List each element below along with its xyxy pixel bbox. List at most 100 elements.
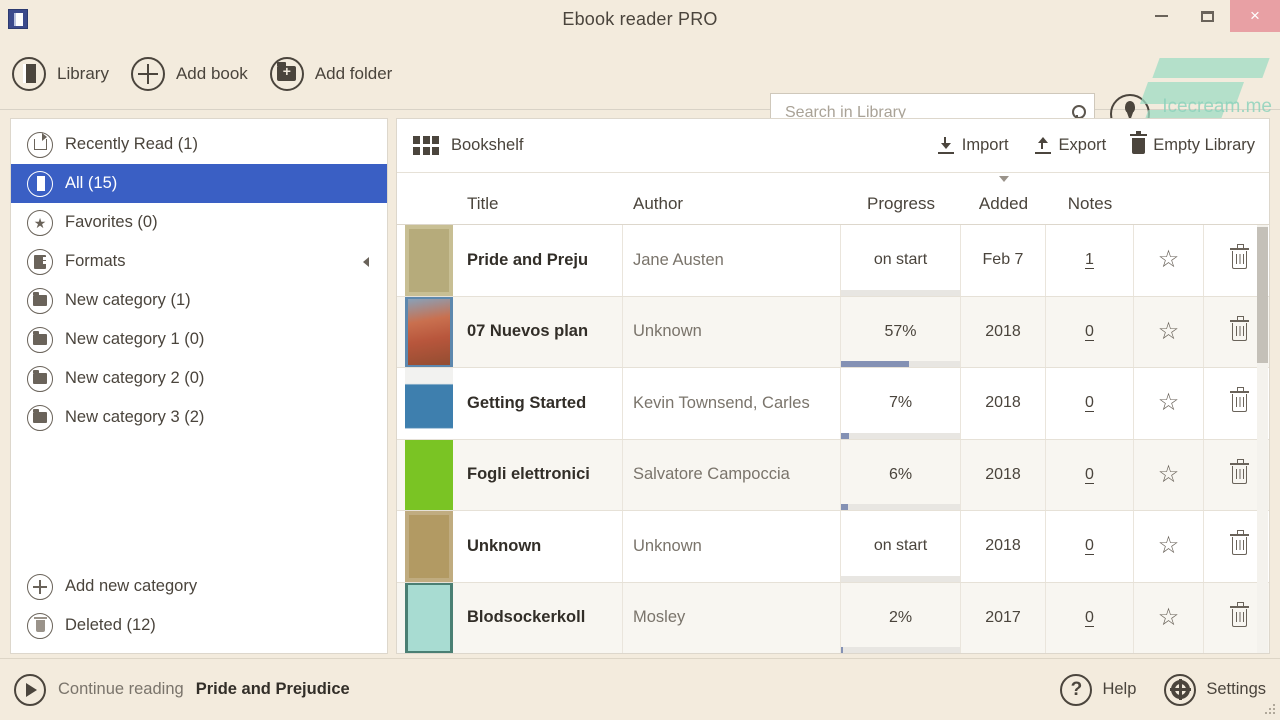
book-cover-thumbnail (405, 583, 453, 654)
star-outline-icon: ☆ (1158, 534, 1180, 558)
current-book-title[interactable]: Pride and Prejudice (196, 680, 350, 699)
continue-reading-button[interactable] (14, 674, 46, 706)
sidebar-item-new-category-2[interactable]: New category 2 (0) (11, 359, 387, 398)
sidebar-item-label: New category 3 (2) (65, 408, 204, 427)
scrollbar-thumb[interactable] (1257, 227, 1268, 363)
main-toolbar: Library Add book Add folder Icecream.me (0, 38, 1280, 110)
bookshelf-toolbar: Bookshelf Import Export Empty Library (397, 119, 1269, 173)
sidebar-item-new-category[interactable]: New category (1) (11, 281, 387, 320)
export-button[interactable]: Export (1035, 136, 1107, 155)
progress-label: 57% (884, 323, 916, 341)
empty-library-button[interactable]: Empty Library (1132, 136, 1255, 155)
play-icon (26, 683, 37, 697)
col-notes[interactable]: Notes (1046, 194, 1134, 224)
sidebar-item-all[interactable]: All (15) (11, 164, 387, 203)
book-title-cell[interactable]: 07 Nuevos plan (453, 297, 623, 368)
trash-icon (1232, 609, 1247, 627)
settings-button[interactable]: Settings (1164, 674, 1266, 706)
book-added-cell: 2018 (961, 297, 1046, 368)
grid-icon[interactable] (413, 136, 439, 155)
col-author[interactable]: Author (623, 194, 841, 224)
notes-count: 0 (1085, 466, 1094, 484)
progress-label: 6% (889, 466, 912, 484)
favorite-toggle[interactable]: ☆ (1134, 225, 1204, 296)
book-title: Fogli elettronici (467, 465, 590, 484)
book-notes-cell[interactable]: 0 (1046, 440, 1134, 511)
favorite-toggle[interactable]: ☆ (1134, 511, 1204, 582)
sidebar-item-new-category-1[interactable]: New category 1 (0) (11, 320, 387, 359)
sidebar-item-new-category-3[interactable]: New category 3 (2) (11, 398, 387, 437)
sort-desc-icon (999, 176, 1009, 182)
favorite-toggle[interactable]: ☆ (1134, 440, 1204, 511)
sidebar-item-label: New category 2 (0) (65, 369, 204, 388)
chevron-left-icon[interactable] (363, 257, 369, 267)
sidebar-item-recently-read[interactable]: Recently Read (1) (11, 125, 387, 164)
import-button[interactable]: Import (938, 136, 1009, 155)
book-title-cell[interactable]: Fogli elettronici (453, 440, 623, 511)
window-title: Ebook reader PRO (0, 9, 1280, 30)
table-row[interactable]: Pride and Preju Jane Austen on start Feb… (397, 225, 1269, 297)
continue-reading-label: Continue reading (58, 680, 184, 699)
book-progress-cell: 57% (841, 297, 961, 368)
close-button[interactable]: × (1230, 0, 1280, 32)
favorite-toggle[interactable]: ☆ (1134, 297, 1204, 368)
folder-icon (27, 327, 53, 353)
progress-bar (841, 433, 960, 439)
sidebar-item-formats[interactable]: Formats (11, 242, 387, 281)
book-progress-cell: on start (841, 225, 961, 296)
table-row[interactable]: Blodsockerkoll Mosley 2% 2017 0 ☆ (397, 583, 1269, 654)
question-icon: ? (1060, 674, 1092, 706)
add-new-category-button[interactable]: Add new category (11, 567, 387, 606)
settings-button-label: Settings (1206, 680, 1266, 699)
table-scrollbar[interactable] (1257, 225, 1268, 653)
table-header: Title Author Progress Added Notes (397, 173, 1269, 225)
sidebar-item-deleted[interactable]: Deleted (12) (11, 606, 387, 645)
library-button-label: Library (57, 64, 109, 84)
col-added[interactable]: Added (961, 194, 1046, 224)
add-folder-button[interactable]: Add folder (270, 57, 393, 91)
table-row[interactable]: Getting Started Kevin Townsend, Carles 7… (397, 368, 1269, 440)
progress-bar (841, 647, 960, 653)
window-controls: × (1138, 0, 1280, 32)
favorite-toggle[interactable]: ☆ (1134, 583, 1204, 654)
help-button[interactable]: ? Help (1060, 674, 1136, 706)
sidebar-item-label: Recently Read (1) (65, 135, 198, 154)
book-title-cell[interactable]: Blodsockerkoll (453, 583, 623, 654)
star-outline-icon: ☆ (1158, 463, 1180, 487)
book-title-cell[interactable]: Getting Started (453, 368, 623, 439)
book-notes-cell[interactable]: 1 (1046, 225, 1134, 296)
book-title-cell[interactable]: Pride and Preju (453, 225, 623, 296)
book-cover-cell (397, 511, 453, 582)
book-progress-cell: 2% (841, 583, 961, 654)
formats-icon (27, 249, 53, 275)
minimize-button[interactable] (1138, 0, 1184, 32)
table-row[interactable]: Unknown Unknown on start 2018 0 ☆ (397, 511, 1269, 583)
favorite-toggle[interactable]: ☆ (1134, 368, 1204, 439)
book-title-cell[interactable]: Unknown (453, 511, 623, 582)
import-icon (938, 137, 954, 154)
book-notes-cell[interactable]: 0 (1046, 511, 1134, 582)
col-title[interactable]: Title (453, 194, 623, 224)
table-row[interactable]: 07 Nuevos plan Unknown 57% 2018 0 ☆ (397, 297, 1269, 369)
maximize-button[interactable] (1184, 0, 1230, 32)
export-button-label: Export (1059, 136, 1107, 155)
sidebar: Recently Read (1) All (15) ★ Favorites (… (10, 118, 388, 654)
library-button[interactable]: Library (12, 57, 109, 91)
sidebar-item-favorites[interactable]: ★ Favorites (0) (11, 203, 387, 242)
sidebar-item-label: New category (1) (65, 291, 191, 310)
book-author: Jane Austen (633, 251, 724, 270)
bookshelf-panel: Bookshelf Import Export Empty Library (396, 118, 1270, 654)
add-book-button[interactable]: Add book (131, 57, 248, 91)
resize-grip[interactable] (1265, 704, 1275, 714)
added-date: Feb 7 (983, 251, 1024, 269)
col-progress[interactable]: Progress (841, 194, 961, 224)
book-cover-thumbnail (405, 297, 453, 368)
book-notes-cell[interactable]: 0 (1046, 297, 1134, 368)
table-row[interactable]: Fogli elettronici Salvatore Campoccia 6%… (397, 440, 1269, 512)
book-author-cell: Salvatore Campoccia (623, 440, 841, 511)
added-date: 2018 (985, 466, 1021, 484)
book-table-body[interactable]: Pride and Preju Jane Austen on start Feb… (397, 225, 1269, 653)
book-notes-cell[interactable]: 0 (1046, 368, 1134, 439)
book-cover-cell (397, 583, 453, 654)
book-notes-cell[interactable]: 0 (1046, 583, 1134, 654)
